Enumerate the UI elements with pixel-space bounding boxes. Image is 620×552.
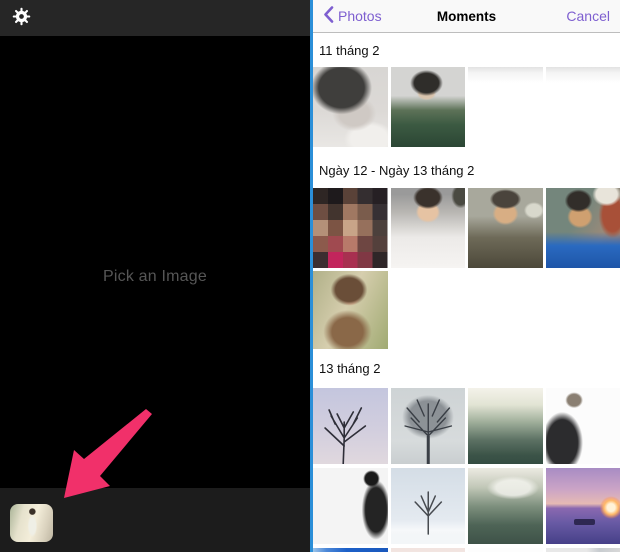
photo-item[interactable] [545, 548, 620, 552]
gear-icon [11, 6, 32, 30]
section-header: Ngày 12 - Ngày 13 tháng 2 [313, 147, 620, 188]
left-bottom-bar [0, 488, 310, 552]
photo-item[interactable] [390, 67, 465, 147]
photo-item[interactable] [313, 188, 388, 268]
photo-item[interactable] [390, 548, 465, 552]
photo-item[interactable] [468, 67, 543, 147]
photo-item[interactable] [545, 388, 620, 464]
photo-item[interactable] [313, 468, 388, 544]
settings-button[interactable] [9, 6, 33, 30]
back-to-photos-button[interactable]: Photos [323, 6, 382, 26]
photo-item[interactable] [545, 188, 620, 268]
section-header: 11 tháng 2 [313, 33, 620, 67]
photo-picker-panel: Photos Moments Cancel 11 tháng 2 Ngày 12… [310, 0, 620, 552]
empty-grid-cell [390, 271, 465, 349]
photo-item[interactable] [390, 388, 465, 464]
photo-grid-row [313, 388, 620, 464]
photo-item[interactable] [468, 468, 543, 544]
chevron-left-icon [323, 6, 334, 26]
empty-grid-cell [468, 271, 543, 349]
empty-grid-cell [545, 271, 620, 349]
back-label: Photos [338, 8, 382, 24]
left-top-bar [0, 0, 310, 36]
photo-grid-row [313, 188, 620, 268]
section-header: 13 tháng 2 [313, 349, 620, 388]
photo-item[interactable] [313, 271, 388, 349]
photo-item[interactable] [313, 548, 388, 552]
photo-grid-row [313, 468, 620, 544]
photo-item[interactable] [545, 468, 620, 544]
selected-photo-thumbnail[interactable] [10, 504, 53, 542]
pick-an-image-label: Pick an Image [103, 268, 207, 285]
photo-item[interactable] [313, 67, 388, 147]
photo-item[interactable] [468, 548, 543, 552]
screenshot-stage: Pick an Image Photos Moments Cancel 11 t… [0, 0, 620, 552]
photo-item[interactable] [468, 388, 543, 464]
photo-item[interactable] [545, 67, 620, 147]
photo-item[interactable] [313, 388, 388, 464]
picker-navbar: Photos Moments Cancel [313, 0, 620, 33]
photo-item[interactable] [390, 188, 465, 268]
photo-item[interactable] [390, 468, 465, 544]
picker-title: Moments [436, 8, 497, 24]
camera-app-panel: Pick an Image [0, 0, 310, 552]
cancel-button[interactable]: Cancel [566, 8, 610, 24]
photo-grid-row [313, 271, 620, 349]
image-preview-area: Pick an Image [0, 36, 310, 488]
photo-grid-row [313, 548, 620, 552]
photo-item[interactable] [468, 188, 543, 268]
photo-grid-row [313, 67, 620, 147]
